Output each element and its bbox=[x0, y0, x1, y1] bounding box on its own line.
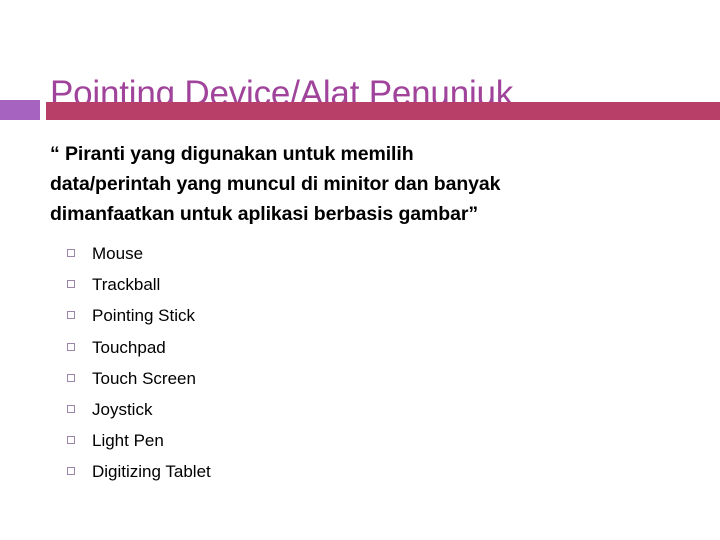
body-quote-line-1: “ Piranti yang digunakan untuk memilih bbox=[50, 143, 414, 165]
hollow-square-bullet-icon bbox=[67, 404, 75, 413]
list-item-label: Light Pen bbox=[92, 431, 164, 451]
body-quote-line-3: dimanfaatkan untuk aplikasi berbasis gam… bbox=[50, 203, 478, 225]
title-divider bbox=[0, 99, 720, 121]
divider-accent-block bbox=[0, 100, 40, 120]
list-item-label: Touch Screen bbox=[92, 368, 196, 388]
list-item: Joystick bbox=[66, 394, 626, 425]
list-item-label: Pointing Stick bbox=[92, 306, 195, 326]
hollow-square-bullet-icon bbox=[67, 249, 75, 257]
list-item: Light Pen bbox=[66, 425, 626, 456]
list-item-label: Digitizing Tablet bbox=[92, 462, 211, 482]
body-quote-line-2: data/perintah yang muncul di minitor dan… bbox=[50, 173, 501, 195]
hollow-square-bullet-icon bbox=[67, 373, 75, 382]
list-item: Mouse bbox=[66, 238, 626, 269]
hollow-square-bullet-icon bbox=[67, 436, 75, 445]
divider-rule-bar bbox=[46, 102, 720, 120]
hollow-square-bullet-icon bbox=[67, 280, 75, 289]
slide-canvas: Pointing Device/Alat Penunjuk “ Piranti … bbox=[0, 0, 720, 540]
list-item: Pointing Stick bbox=[66, 300, 626, 331]
list-item: Digitizing Tablet bbox=[66, 456, 626, 487]
body-quote-paragraph: “ Piranti yang digunakan untuk memilih d… bbox=[50, 139, 650, 229]
hollow-square-bullet-icon bbox=[67, 311, 75, 320]
list-item: Touchpad bbox=[66, 332, 626, 363]
list-item-label: Trackball bbox=[92, 275, 161, 295]
list-item-label: Joystick bbox=[92, 399, 153, 419]
list-item-label: Mouse bbox=[92, 244, 144, 263]
list-item: Touch Screen bbox=[66, 363, 626, 394]
hollow-square-bullet-icon bbox=[67, 467, 75, 476]
list-item-label: Touchpad bbox=[92, 337, 166, 357]
hollow-square-bullet-icon bbox=[67, 342, 75, 351]
list-item: Trackball bbox=[66, 269, 626, 300]
pointing-device-list: Mouse Trackball Pointing Stick Touchpad … bbox=[66, 238, 626, 488]
